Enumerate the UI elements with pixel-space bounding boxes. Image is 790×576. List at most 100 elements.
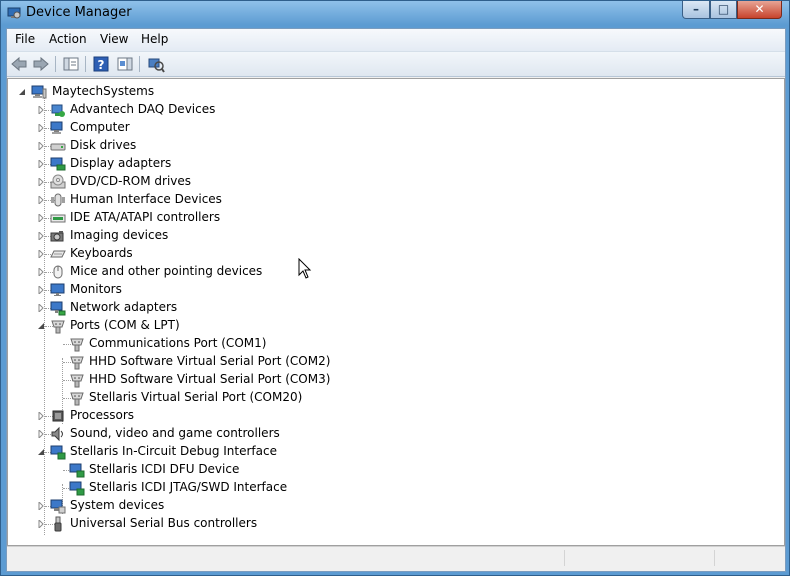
tree-category-label: IDE ATA/ATAPI controllers [70,210,221,224]
expand-arrow-icon[interactable] [37,286,45,294]
tree-device-row[interactable]: HHD Software Virtual Serial Port (COM2) [8,353,778,371]
port-icon [70,374,84,388]
tree-device-row[interactable]: Stellaris ICDI DFU Device [8,461,778,479]
menu-view[interactable]: View [100,32,128,46]
system-devices-icon [50,499,66,514]
tree-category-label: Human Interface Devices [70,192,222,206]
expand-arrow-icon[interactable] [37,502,45,510]
expand-arrow-icon[interactable] [37,142,45,150]
tree-device-label: Stellaris ICDI JTAG/SWD Interface [89,480,288,494]
tree-category-label: Monitors [70,282,122,296]
expand-arrow-icon[interactable] [37,160,45,168]
expand-arrow-icon[interactable] [37,106,45,114]
port-icon [70,392,84,406]
tree-category-row[interactable]: Processors [8,407,778,425]
tree-category-label: Imaging devices [70,228,169,242]
expand-arrow-icon[interactable] [37,196,45,204]
window-title: Device Manager [26,5,132,20]
expand-arrow-icon[interactable] [37,178,45,186]
action-pane-icon[interactable] [115,55,135,73]
port-icon [70,338,84,352]
expand-arrow-icon[interactable] [37,250,45,258]
back-icon[interactable] [9,55,29,73]
tree-category-label: Ports (COM & LPT) [70,318,180,332]
expand-arrow-icon[interactable] [37,214,45,222]
client-area: File Action View Help ? MaytechSystems A… [6,28,786,572]
tree-device-label: Stellaris Virtual Serial Port (COM20) [89,390,303,404]
tree-category-row[interactable]: Advantech DAQ Devices [8,101,778,119]
menu-help[interactable]: Help [141,32,168,46]
tree-device-label: HHD Software Virtual Serial Port (COM3) [89,372,331,386]
toolbar: ? [7,52,785,77]
tree-category-label: Stellaris In-Circuit Debug Interface [70,444,277,458]
dvd-icon [50,174,66,189]
status-bar [7,546,785,569]
tree-category-row[interactable]: Imaging devices [8,227,778,245]
device-manager-icon [7,7,21,19]
minimize-icon: – [693,2,699,16]
tree-device-label: HHD Software Virtual Serial Port (COM2) [89,354,331,368]
minimize-button[interactable]: – [682,1,710,19]
tree-category-row[interactable]: Keyboards [8,245,778,263]
tree-category-row[interactable]: System devices [8,497,778,515]
close-button[interactable]: ✕ [737,1,782,19]
tree-category-row[interactable]: Disk drives [8,137,778,155]
title-bar[interactable]: Device Manager – □ ✕ [1,1,790,27]
tree-category-row[interactable]: Universal Serial Bus controllers [8,515,778,533]
menu-action[interactable]: Action [49,32,87,46]
tree-root-row[interactable]: MaytechSystems [8,83,778,101]
expand-arrow-icon[interactable] [37,232,45,240]
collapse-arrow-icon[interactable] [37,448,45,456]
menu-bar: File Action View Help [7,29,785,52]
tree-device-row[interactable]: Communications Port (COM1) [8,335,778,353]
computer-icon [31,85,47,99]
tree-root-label: MaytechSystems [52,84,155,98]
debug-interface-icon [69,463,85,478]
tree-category-row[interactable]: Sound, video and game controllers [8,425,778,443]
tree-device-label: Stellaris ICDI DFU Device [89,462,240,476]
tree-category-row[interactable]: Mice and other pointing devices [8,263,778,281]
collapse-arrow-icon[interactable] [37,322,45,330]
port-icon [51,320,65,334]
tree-category-row[interactable]: IDE ATA/ATAPI controllers [8,209,778,227]
disk-icon [50,143,66,151]
expand-arrow-icon[interactable] [37,268,45,276]
menu-file[interactable]: File [15,32,35,46]
toolbar-separator [85,56,86,72]
toolbar-separator [55,56,56,72]
tree-category-row[interactable]: Monitors [8,281,778,299]
daq-icon [51,104,65,117]
tree-category-row[interactable]: Network adapters [8,299,778,317]
tree-category-row[interactable]: DVD/CD-ROM drives [8,173,778,191]
expand-arrow-icon[interactable] [37,412,45,420]
device-tree[interactable]: MaytechSystems Advantech DAQ Devices Comp… [7,78,785,546]
properties-pane-icon[interactable] [61,55,81,73]
tree-category-label: Display adapters [70,156,172,170]
forward-icon[interactable] [31,55,51,73]
keyboard-icon [50,250,66,258]
port-icon [70,356,84,370]
tree-category-row[interactable]: Computer [8,119,778,137]
tree-device-row[interactable]: Stellaris ICDI JTAG/SWD Interface [8,479,778,497]
tree-category-row[interactable]: Ports (COM & LPT) [8,317,778,335]
tree-device-row[interactable]: HHD Software Virtual Serial Port (COM3) [8,371,778,389]
mouse-pointer-icon [298,258,312,279]
expand-arrow-icon[interactable] [37,304,45,312]
collapse-arrow-icon[interactable] [18,88,26,96]
status-pane [714,550,785,566]
expand-arrow-icon[interactable] [37,520,45,528]
expand-arrow-icon[interactable] [37,124,45,132]
expand-arrow-icon[interactable] [37,430,45,438]
tree-category-label: Sound, video and game controllers [70,426,280,440]
tree-category-row[interactable]: Display adapters [8,155,778,173]
tree-category-label: Advantech DAQ Devices [70,102,216,116]
help-icon[interactable]: ? [91,55,111,73]
tree-device-row[interactable]: Stellaris Virtual Serial Port (COM20) [8,389,778,407]
tree-category-row[interactable]: Stellaris In-Circuit Debug Interface [8,443,778,461]
tree-category-label: System devices [70,498,165,512]
ide-icon [50,214,66,223]
tree-category-row[interactable]: Human Interface Devices [8,191,778,209]
scan-hardware-icon[interactable] [146,55,166,73]
maximize-button[interactable]: □ [710,1,737,19]
processor-icon [52,410,64,422]
